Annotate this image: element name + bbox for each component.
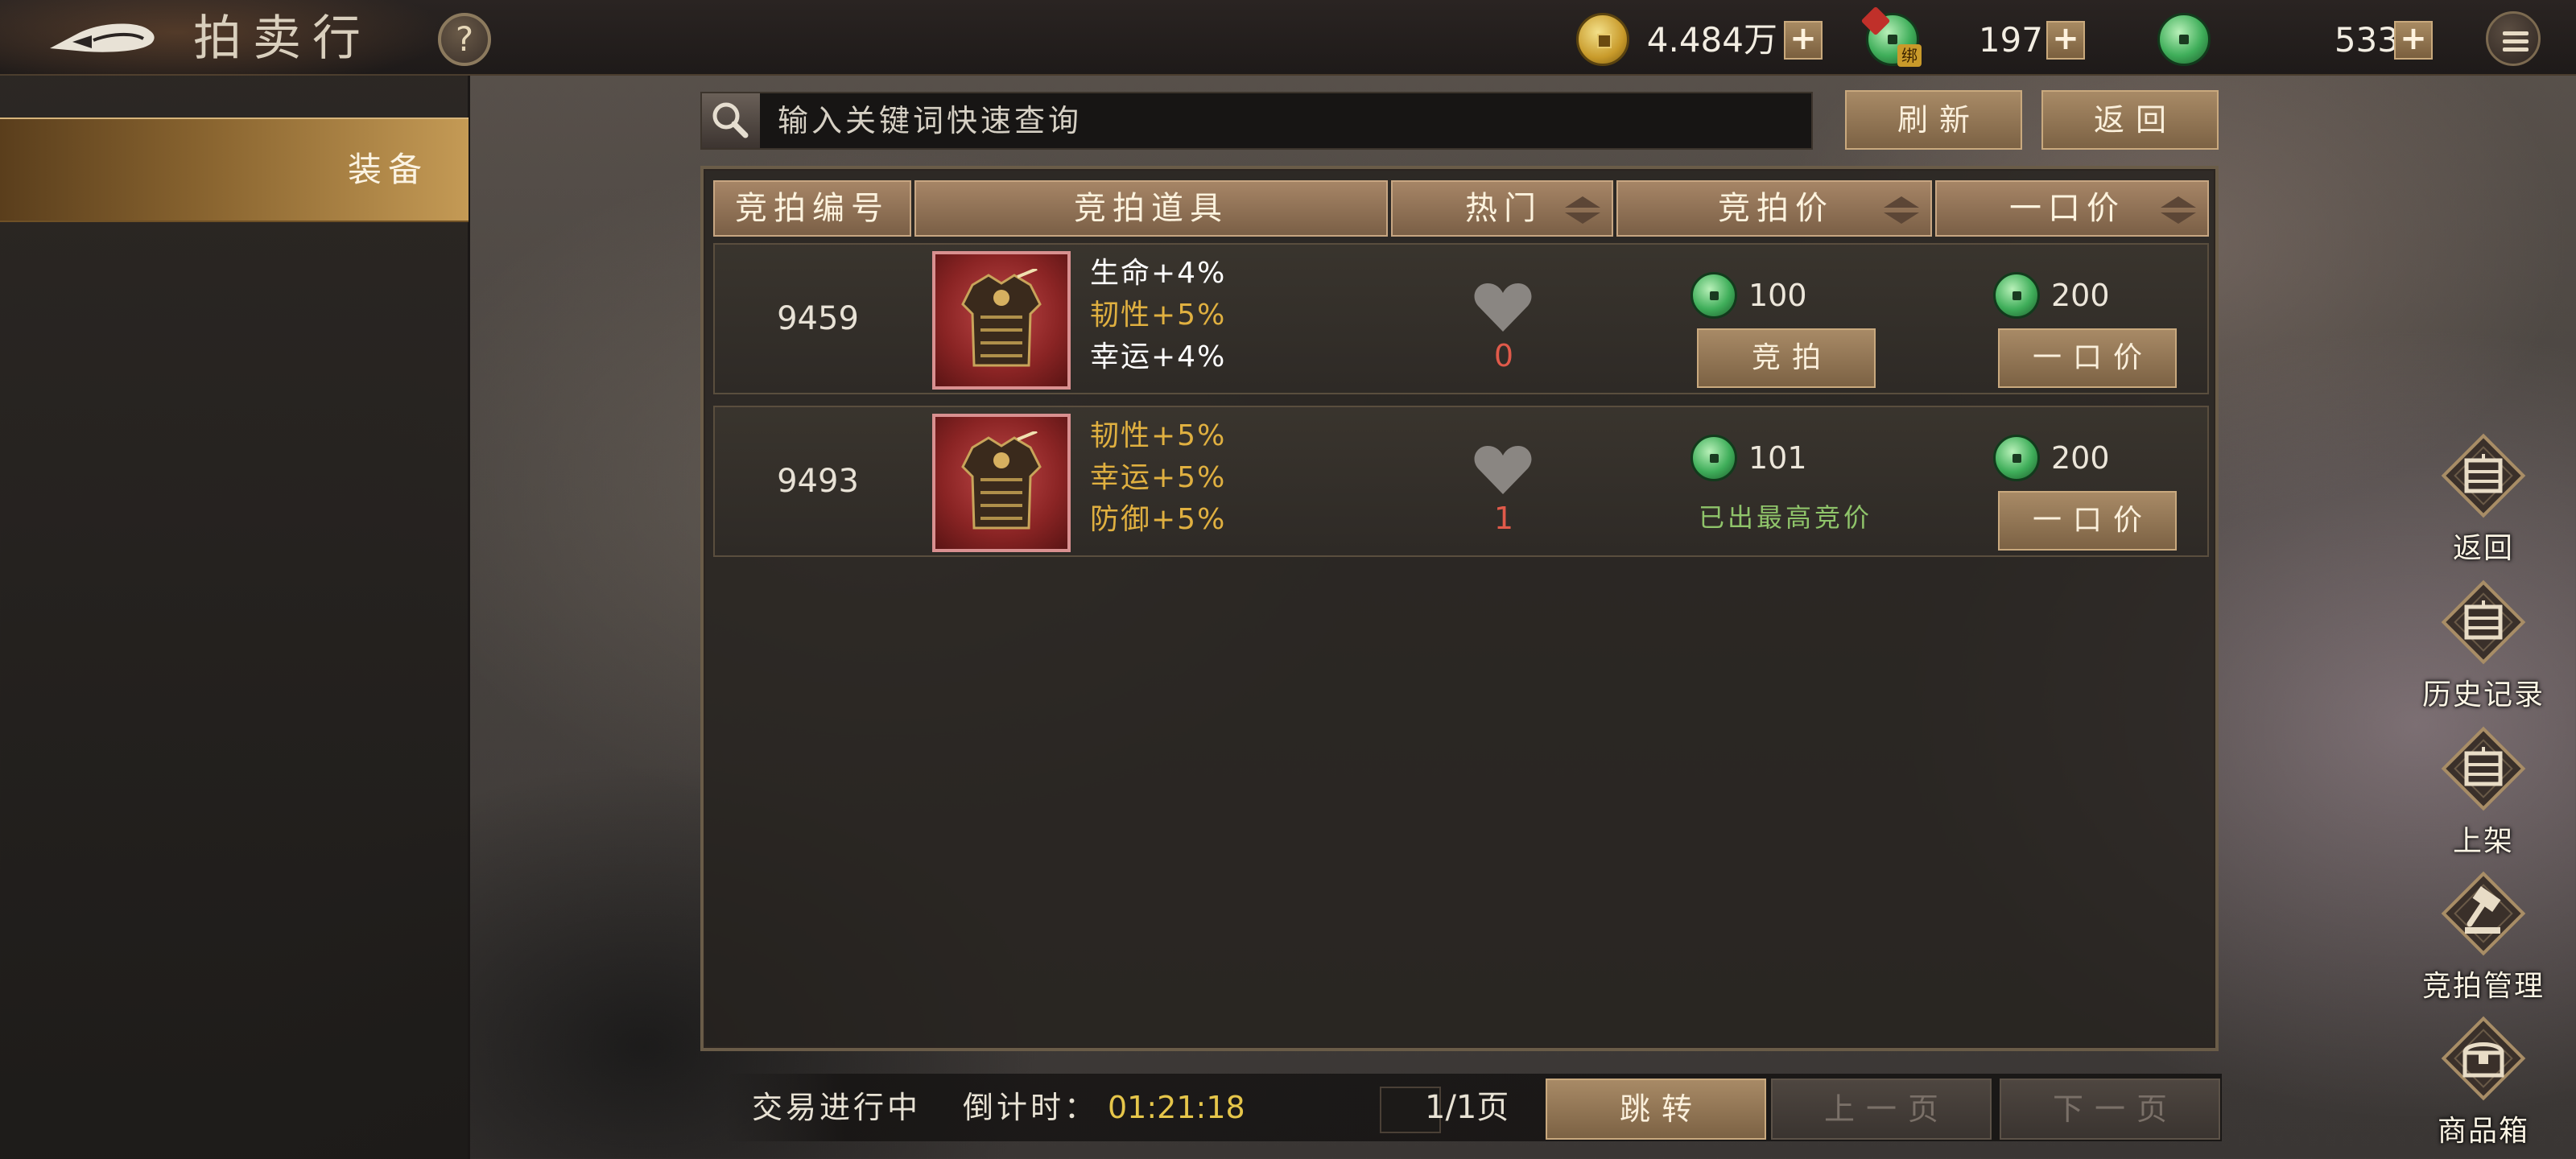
goods-chest-icon — [2441, 1016, 2526, 1101]
bound-tag: 绑 — [1897, 44, 1922, 67]
menu-icon[interactable] — [2486, 11, 2541, 66]
copper-value: 4.484万 — [1646, 20, 1777, 60]
item-stat: 防御+5% — [1090, 503, 1227, 536]
sort-arrows-icon[interactable] — [1565, 196, 1600, 224]
help-button[interactable]: ? — [438, 13, 491, 66]
page-info: 1/1页 — [1425, 1089, 1509, 1126]
column-header-buyout-price[interactable]: 一口价 — [1935, 180, 2209, 237]
countdown-label: 倒计时： — [963, 1090, 1099, 1125]
side-return-button[interactable]: 返回 — [2421, 430, 2545, 567]
buyout-button[interactable]: 一口价 — [1998, 491, 2177, 551]
item-stat: 生命+4% — [1090, 257, 1227, 290]
jade-coin-icon — [1690, 435, 1737, 481]
trade-status: 交易进行中 — [752, 1090, 922, 1125]
refresh-button[interactable]: 刷新 — [1845, 90, 2022, 150]
hot-count: 0 — [1493, 338, 1514, 373]
highest-bid-status: 已出最高竞价 — [1698, 502, 1872, 533]
add-copper-button[interactable]: + — [1784, 21, 1823, 60]
return-button[interactable]: 返回 — [2041, 90, 2219, 150]
heart-icon[interactable] — [1473, 444, 1533, 496]
bound-jade-currency: 绑 197 + — [1860, 6, 2140, 67]
buyout-button[interactable]: 一口价 — [1998, 328, 2177, 388]
top-bar: 拍卖行 ? 4.484万 + 绑 197 + 533 + — [0, 0, 2576, 76]
buyout-price: 200 — [2051, 278, 2110, 313]
category-sidebar: 装备 — [0, 76, 470, 1159]
next-page-button[interactable]: 下一页 — [2000, 1079, 2220, 1140]
auction-id: 9459 — [777, 300, 859, 337]
history-icon — [2441, 580, 2526, 665]
column-header-bid-price[interactable]: 竞拍价 — [1616, 180, 1932, 237]
side-history-button[interactable]: 历史记录 — [2421, 576, 2545, 713]
copper-currency: 4.484万 + — [1576, 13, 1895, 66]
sidebar-item-equipment[interactable]: 装备 — [0, 118, 469, 222]
side-button-label: 商品箱 — [2437, 1115, 2529, 1148]
column-header-id: 竞拍编号 — [713, 180, 911, 237]
side-button-label: 历史记录 — [2421, 678, 2545, 711]
jade-coin-icon — [2157, 13, 2211, 66]
buyout-price: 200 — [2051, 440, 2110, 476]
side-button-label: 返回 — [2452, 532, 2514, 565]
jade-coin-icon — [1993, 272, 2040, 319]
jade-coin-icon — [1690, 272, 1737, 319]
column-header-item: 竞拍道具 — [914, 180, 1388, 237]
side-button-label: 上架 — [2452, 825, 2514, 858]
item-stat: 幸运+5% — [1090, 461, 1227, 494]
side-goods-chest-button[interactable]: 商品箱 — [2421, 1013, 2545, 1149]
jade-currency: 533 + — [2157, 13, 2433, 66]
item-stat: 韧性+5% — [1090, 299, 1227, 332]
page-title: 拍卖行 — [193, 10, 372, 67]
sort-arrows-icon[interactable] — [2161, 196, 2196, 224]
auction-hammer-icon — [2441, 871, 2526, 956]
sidebar-item-label: 装备 — [347, 150, 428, 189]
heart-icon[interactable] — [1473, 282, 1533, 333]
bound-ribbon-icon — [1860, 6, 1891, 36]
bound-jade-coin-icon: 绑 — [1860, 6, 1922, 67]
search-bar — [700, 92, 1813, 150]
search-icon[interactable] — [702, 93, 760, 148]
add-jade-button[interactable]: + — [2394, 21, 2433, 60]
countdown-value: 01:21:18 — [1108, 1090, 1245, 1125]
back-arrow-icon[interactable] — [45, 16, 155, 61]
bound-jade-value: 197 — [1978, 20, 2043, 60]
sort-arrows-icon[interactable] — [1884, 196, 1919, 224]
side-list-item-button[interactable]: 上架 — [2421, 723, 2545, 860]
jump-button[interactable]: 跳转 — [1546, 1079, 1766, 1140]
item-stat: 幸运+4% — [1090, 340, 1227, 373]
table-row[interactable]: 9493 韧性+5% 幸运+5% 防御+5% 1 101 已出最高竞价 200 … — [713, 406, 2209, 557]
table-row[interactable]: 9459 生命+4% 韧性+5% 幸运+4% 0 100 竞拍 200 一口价 — [713, 243, 2209, 394]
auction-table: 竞拍编号 竞拍道具 热门 竞拍价 一口价 9459 生命+4% 韧性+5% 幸运… — [700, 166, 2219, 1051]
search-input[interactable] — [778, 93, 1792, 148]
return-icon — [2441, 433, 2526, 518]
prev-page-button[interactable]: 上一页 — [1771, 1079, 1992, 1140]
jade-value: 533 — [2334, 20, 2399, 60]
column-header-hot[interactable]: 热门 — [1391, 180, 1613, 237]
jade-coin-icon — [1993, 435, 2040, 481]
bid-price: 100 — [1748, 278, 1807, 313]
list-item-icon — [2441, 726, 2526, 811]
bid-price: 101 — [1748, 440, 1807, 476]
bid-button[interactable]: 竞拍 — [1697, 328, 1876, 388]
hot-count: 1 — [1493, 501, 1514, 536]
copper-coin-icon — [1576, 13, 1629, 66]
item-stat: 韧性+5% — [1090, 419, 1227, 452]
armor-item-icon[interactable] — [932, 414, 1071, 552]
add-bound-jade-button[interactable]: + — [2046, 21, 2085, 60]
auction-id: 9493 — [777, 463, 859, 500]
side-auction-manage-button[interactable]: 竞拍管理 — [2421, 868, 2545, 1004]
armor-item-icon[interactable] — [932, 251, 1071, 390]
side-button-label: 竞拍管理 — [2421, 970, 2545, 1003]
